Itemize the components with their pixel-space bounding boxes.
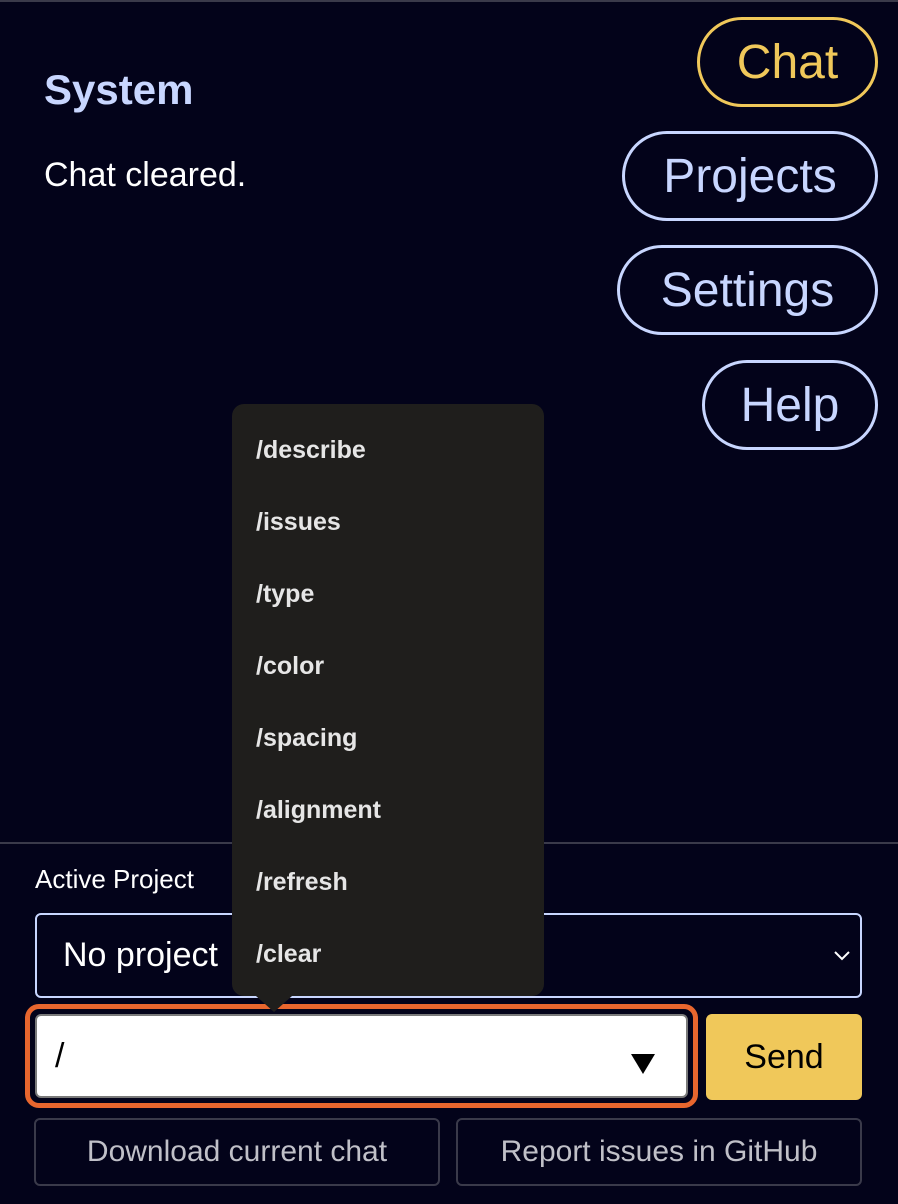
send-button[interactable]: Send — [706, 1014, 862, 1100]
message-text: Chat cleared. — [44, 156, 247, 194]
command-option[interactable]: /describe — [232, 414, 544, 486]
project-select-value: No project — [63, 936, 218, 974]
active-project-label: Active Project — [35, 864, 194, 894]
dropdown-arrow-icon[interactable] — [630, 1046, 656, 1074]
command-option[interactable]: /alignment — [232, 774, 544, 846]
command-option[interactable]: /spacing — [232, 702, 544, 774]
command-option[interactable]: /issues — [232, 486, 544, 558]
nav-chat-button[interactable]: Chat — [697, 17, 878, 107]
dropdown-caret — [256, 996, 292, 1012]
message-author: System — [44, 66, 194, 113]
report-issues-button[interactable]: Report issues in GitHub — [456, 1118, 862, 1186]
nav-projects-button[interactable]: Projects — [622, 131, 878, 221]
command-option[interactable]: /color — [232, 630, 544, 702]
command-option[interactable]: /refresh — [232, 846, 544, 918]
command-option[interactable]: /clear — [232, 918, 544, 990]
chat-app: System Chat cleared. Chat Projects Setti… — [0, 0, 898, 1204]
nav-settings-button[interactable]: Settings — [617, 245, 878, 335]
command-option[interactable]: /type — [232, 558, 544, 630]
command-input-value: / — [55, 1036, 65, 1075]
download-chat-button[interactable]: Download current chat — [34, 1118, 440, 1186]
nav-help-button[interactable]: Help — [702, 360, 878, 450]
command-suggestions: /describe /issues /type /color /spacing … — [232, 404, 544, 996]
chevron-down-icon — [832, 941, 852, 971]
command-input[interactable]: / — [35, 1014, 688, 1098]
